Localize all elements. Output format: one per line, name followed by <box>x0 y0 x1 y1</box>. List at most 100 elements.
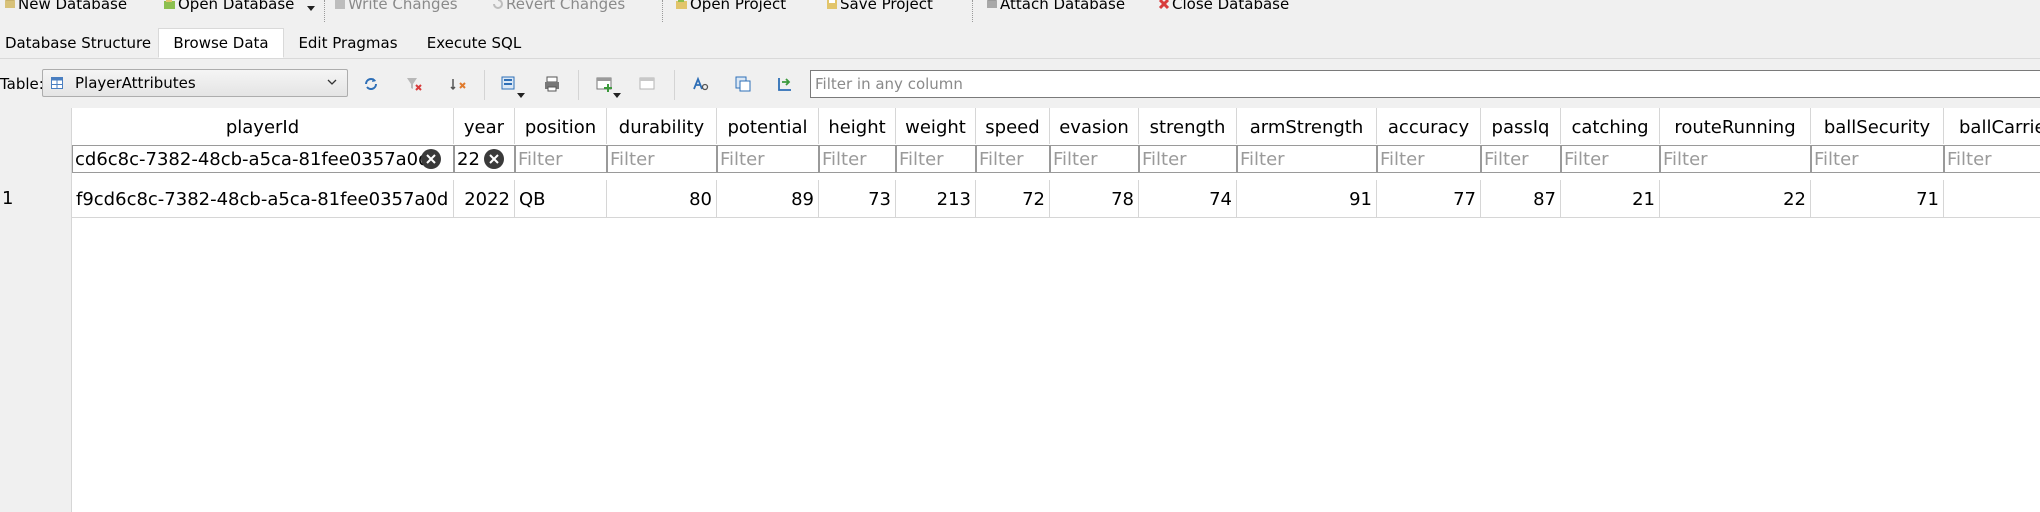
column-header-ballsecurity[interactable]: ballSecurity <box>1811 108 1944 144</box>
find-replace-icon[interactable] <box>691 75 709 93</box>
cell-ballsecurity[interactable]: 71 <box>1811 180 1944 218</box>
row-number[interactable]: 1 <box>0 186 72 212</box>
filter-input-playerid[interactable] <box>72 145 454 173</box>
print-icon[interactable] <box>543 75 561 93</box>
tab-execute-sql[interactable]: Execute SQL <box>414 30 534 57</box>
filter-cell-evasion <box>1050 144 1139 174</box>
filter-cell-passiq <box>1481 144 1561 174</box>
clear-filters-icon[interactable] <box>405 75 423 93</box>
cell-potential[interactable]: 89 <box>717 180 819 218</box>
column-header-weight[interactable]: weight <box>896 108 976 144</box>
filter-input-position[interactable] <box>515 145 607 173</box>
filter-input-armstrength[interactable] <box>1237 145 1377 173</box>
cell-catching[interactable]: 21 <box>1561 180 1660 218</box>
filter-input-durability[interactable] <box>607 145 717 173</box>
close-database-button[interactable]: Close Database <box>1158 0 1289 14</box>
revert-changes-icon <box>493 0 503 9</box>
cell-weight[interactable]: 213 <box>896 180 976 218</box>
tab-database-structure[interactable]: Database Structure <box>0 30 156 57</box>
table-select[interactable]: PlayerAttributes <box>42 69 348 97</box>
filter-cell-catching <box>1561 144 1660 174</box>
cell-strength[interactable]: 74 <box>1139 180 1237 218</box>
filter-input-strength[interactable] <box>1139 145 1237 173</box>
cell-routerunning[interactable]: 22 <box>1660 180 1811 218</box>
toolbar-separator <box>484 70 485 100</box>
column-header-year[interactable]: year <box>454 108 515 144</box>
filter-input-height[interactable] <box>819 145 896 173</box>
attach-database-icon <box>987 0 997 8</box>
filter-input-ballsecurity[interactable] <box>1811 145 1944 173</box>
filter-cell-position <box>515 144 607 174</box>
clear-filter-icon[interactable] <box>421 149 441 169</box>
cell-speed[interactable]: 72 <box>976 180 1050 218</box>
open-database-dropdown-icon[interactable] <box>307 6 315 11</box>
save-results-icon[interactable] <box>500 75 518 93</box>
insert-record-icon[interactable] <box>596 75 614 93</box>
filter-input-passiq[interactable] <box>1481 145 1561 173</box>
column-header-passiq[interactable]: passIq <box>1481 108 1561 144</box>
global-filter-input[interactable] <box>810 70 2040 98</box>
table-icon <box>51 77 63 89</box>
cell-accuracy[interactable]: 77 <box>1377 180 1481 218</box>
attach-database-button[interactable]: Attach Database <box>986 0 1125 14</box>
new-database-icon <box>5 0 15 8</box>
column-header-durability[interactable]: durability <box>607 108 717 144</box>
filter-input-routerunning[interactable] <box>1660 145 1811 173</box>
table-row: f9cd6c8c-7382-48cb-a5ca-81fee0357a0d 202… <box>72 180 2040 218</box>
cell-durability[interactable]: 80 <box>607 180 717 218</box>
column-header-strength[interactable]: strength <box>1139 108 1237 144</box>
cell-ballcarrier[interactable] <box>1944 180 2040 218</box>
filter-input-evasion[interactable] <box>1050 145 1139 173</box>
write-changes-button[interactable]: Write Changes <box>334 0 458 14</box>
column-header-routerunning[interactable]: routeRunning <box>1660 108 1811 144</box>
copy-results-icon[interactable] <box>734 75 752 93</box>
clear-filter-icon[interactable] <box>484 149 504 169</box>
column-header-speed[interactable]: speed <box>976 108 1050 144</box>
filter-input-catching[interactable] <box>1561 145 1660 173</box>
filter-cell-durability <box>607 144 717 174</box>
column-header-armstrength[interactable]: armStrength <box>1237 108 1377 144</box>
column-header-height[interactable]: height <box>819 108 896 144</box>
toolbar-separator <box>578 70 579 100</box>
toolbar-separator <box>662 0 663 22</box>
cell-playerid[interactable]: f9cd6c8c-7382-48cb-a5ca-81fee0357a0d <box>72 180 454 218</box>
row-header-gutter <box>0 108 72 512</box>
cell-evasion[interactable]: 78 <box>1050 180 1139 218</box>
cell-passiq[interactable]: 87 <box>1481 180 1561 218</box>
delete-record-icon[interactable] <box>639 75 657 93</box>
clear-sorting-icon[interactable] <box>450 75 468 93</box>
insert-record-dropdown-icon[interactable] <box>613 93 621 98</box>
cell-position[interactable]: QB <box>515 180 607 218</box>
filter-input-accuracy[interactable] <box>1377 145 1481 173</box>
column-header-accuracy[interactable]: accuracy <box>1377 108 1481 144</box>
column-header-evasion[interactable]: evasion <box>1050 108 1139 144</box>
open-database-button[interactable]: Open Database <box>164 0 294 14</box>
filter-input-speed[interactable] <box>976 145 1050 173</box>
save-results-dropdown-icon[interactable] <box>517 93 525 98</box>
tab-edit-pragmas[interactable]: Edit Pragmas <box>286 30 410 57</box>
filter-input-potential[interactable] <box>717 145 819 173</box>
cell-year[interactable]: 2022 <box>454 180 515 218</box>
column-header-catching[interactable]: catching <box>1561 108 1660 144</box>
cell-armstrength[interactable]: 91 <box>1237 180 1377 218</box>
filter-cell-speed <box>976 144 1050 174</box>
filter-input-ballcarrier[interactable] <box>1944 145 2040 173</box>
open-project-button[interactable]: Open Project <box>676 0 786 14</box>
filter-cell-ballsecurity <box>1811 144 1944 174</box>
column-header-position[interactable]: position <box>515 108 607 144</box>
filter-cell-ballcarrier <box>1944 144 2040 174</box>
tab-browse-data[interactable]: Browse Data <box>158 28 284 58</box>
column-header-ballcarrier[interactable]: ballCarrie <box>1944 108 2040 144</box>
save-project-button[interactable]: Save Project <box>826 0 933 14</box>
refresh-icon[interactable] <box>362 75 380 93</box>
column-header-playerid[interactable]: playerId <box>72 108 454 144</box>
revert-changes-button[interactable]: Revert Changes <box>492 0 625 14</box>
filter-cell-accuracy <box>1377 144 1481 174</box>
cell-height[interactable]: 73 <box>819 180 896 218</box>
go-to-record-icon[interactable] <box>776 75 794 93</box>
column-header-potential[interactable]: potential <box>717 108 819 144</box>
new-database-button[interactable]: New Database <box>4 0 127 14</box>
filter-input-weight[interactable] <box>896 145 976 173</box>
toolbar-separator <box>324 0 325 22</box>
filter-cell-year <box>454 144 515 174</box>
